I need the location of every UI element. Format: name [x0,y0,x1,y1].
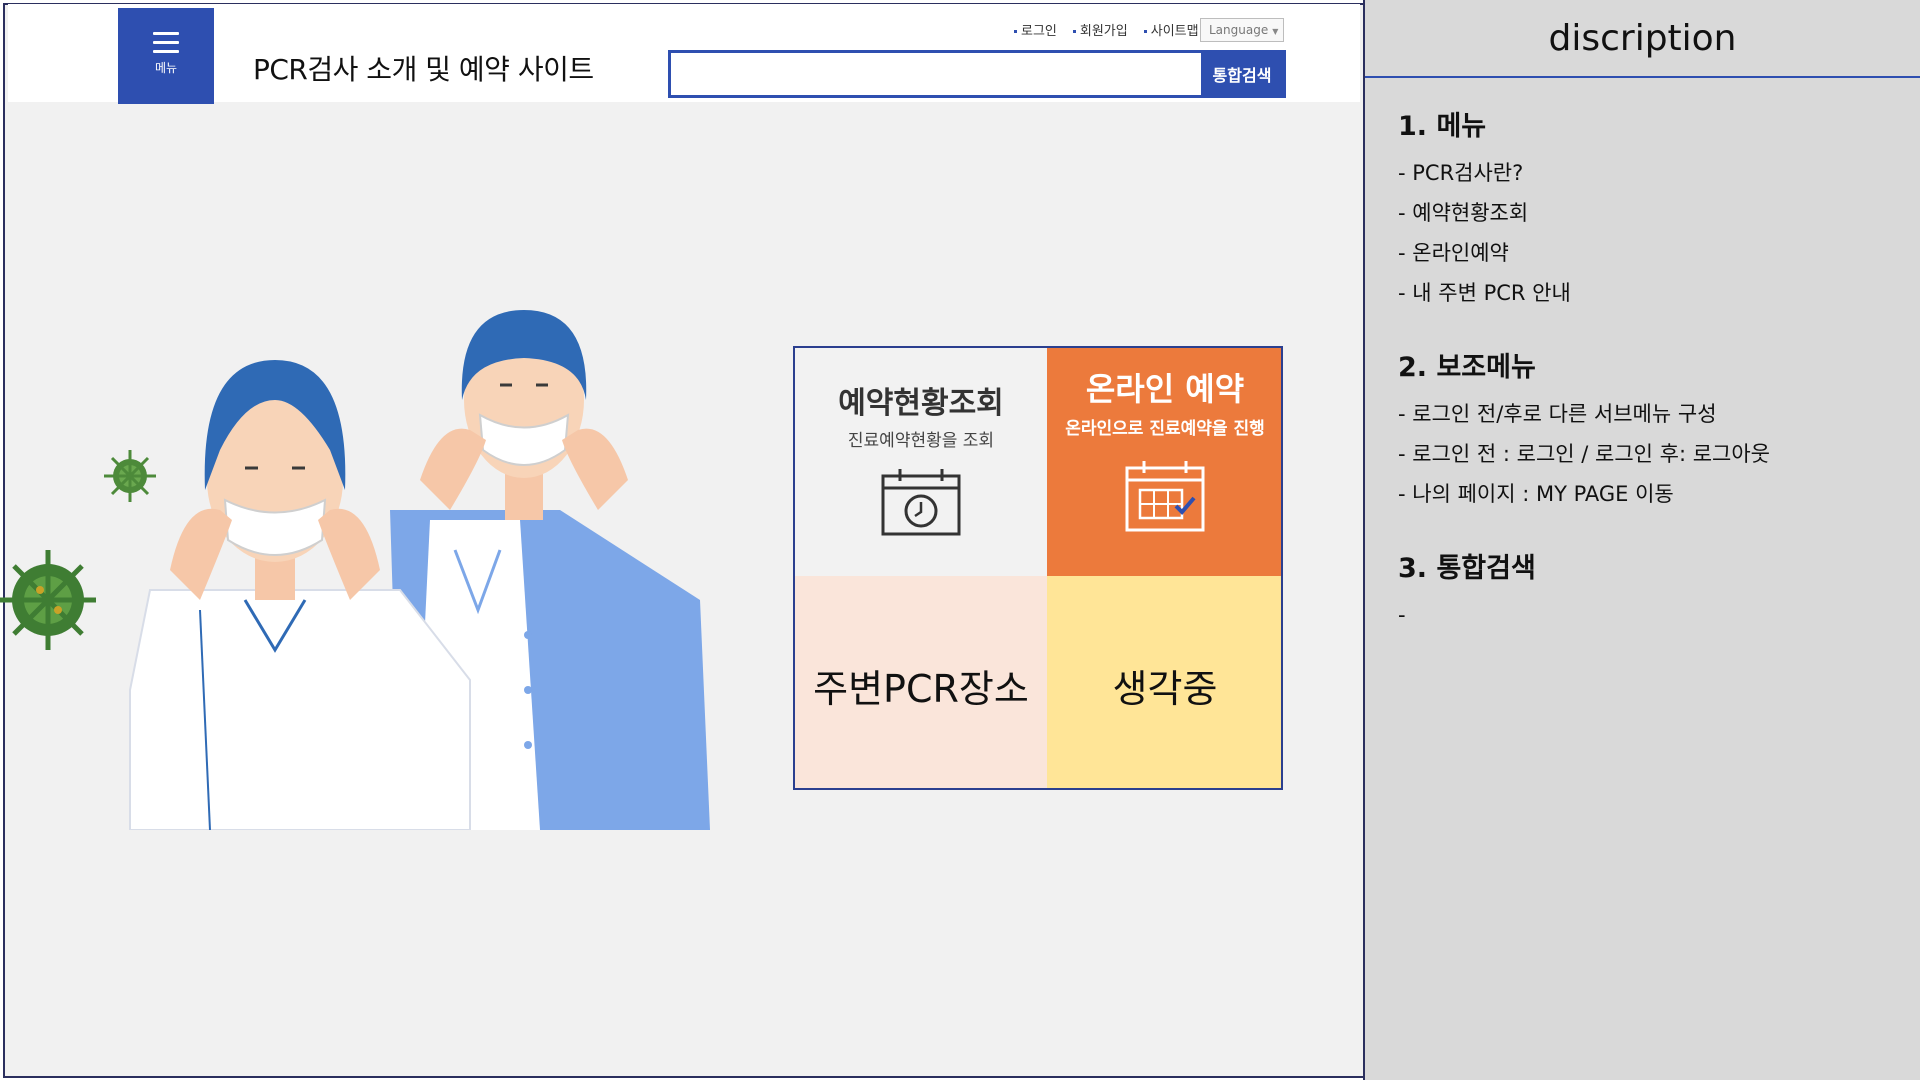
calendar-clock-icon [881,469,961,536]
chevron-down-icon: ▼ [1272,27,1279,36]
language-select[interactable]: Language ▼ [1200,18,1284,42]
integrated-search: 통합검색 [668,50,1286,98]
hamburger-icon [153,32,179,53]
search-input[interactable] [671,53,1201,95]
tile-subtitle: 진료예약현황을 조회 [847,431,995,451]
list-item: - 예약현황조회 [1398,201,1529,225]
search-button[interactable]: 통합검색 [1201,53,1283,95]
signup-link[interactable]: 회원가입 [1073,20,1128,39]
quick-menu-tiles: 예약현황조회 진료예약현황을 조회 온라인 예약 온라인으로 진료예약을 진행 … [793,346,1283,790]
tile-subtitle: 온라인으로 진료예약을 진행 [1065,419,1265,439]
online-reservation-tile[interactable]: 온라인 예약 온라인으로 진료예약을 진행 [1047,348,1281,576]
tile-title: 생각중 [1112,667,1218,711]
language-label: Language [1209,23,1269,37]
nearby-pcr-tile[interactable]: 주변PCR장소 [795,576,1047,788]
description-section: 2. 보조메뉴 - 로그인 전/후로 다른 서브메뉴 구성 - 로그인 전 : … [1398,345,1920,514]
list-item: - 온라인예약 [1398,241,1509,265]
list-item: - 나의 페이지 : MY PAGE 이동 [1398,482,1674,506]
site-header: 메뉴 PCR검사 소개 및 예약 사이트 로그인 회원가입 사이트맵 Langu… [8,4,1360,104]
list-item: - 내 주변 PCR 안내 [1398,281,1571,305]
virus-icon [0,550,96,650]
sitemap-link[interactable]: 사이트맵 [1144,20,1199,39]
calendar-check-icon [1125,461,1205,532]
description-panel: discription 1. 메뉴 - PCR검사란? - 예약현황조회 - 온… [1363,0,1920,1080]
tile-title: 주변PCR장소 [813,667,1029,711]
list-item: - 로그인 전 : 로그인 / 로그인 후: 로그아웃 [1398,442,1771,466]
utility-links: 로그인 회원가입 사이트맵 [1014,20,1199,39]
list-item: - PCR검사란? [1398,161,1524,185]
tile-title: 온라인 예약 [1085,370,1245,408]
tile-title: 예약현황조회 [838,386,1004,421]
section-heading: 1. 메뉴 [1398,111,1487,142]
site-title: PCR검사 소개 및 예약 사이트 [253,53,594,86]
login-link[interactable]: 로그인 [1014,20,1057,39]
list-item: - [1398,603,1406,627]
virus-icon [104,450,156,502]
description-section: 1. 메뉴 - PCR검사란? - 예약현황조회 - 온라인예약 - 내 주변 … [1398,104,1920,313]
description-section: 3. 통합검색 - [1398,546,1920,635]
menu-button[interactable]: 메뉴 [118,8,214,104]
reservation-status-tile[interactable]: 예약현황조회 진료예약현황을 조회 [795,348,1047,576]
section-heading: 2. 보조메뉴 [1398,352,1536,383]
mask-people-illustration [0,310,710,830]
description-title: discription [1365,0,1920,78]
list-item: - 로그인 전/후로 다른 서브메뉴 구성 [1398,402,1717,426]
thinking-tile[interactable]: 생각중 [1047,576,1281,788]
section-heading: 3. 통합검색 [1398,553,1536,584]
menu-label: 메뉴 [154,61,178,75]
